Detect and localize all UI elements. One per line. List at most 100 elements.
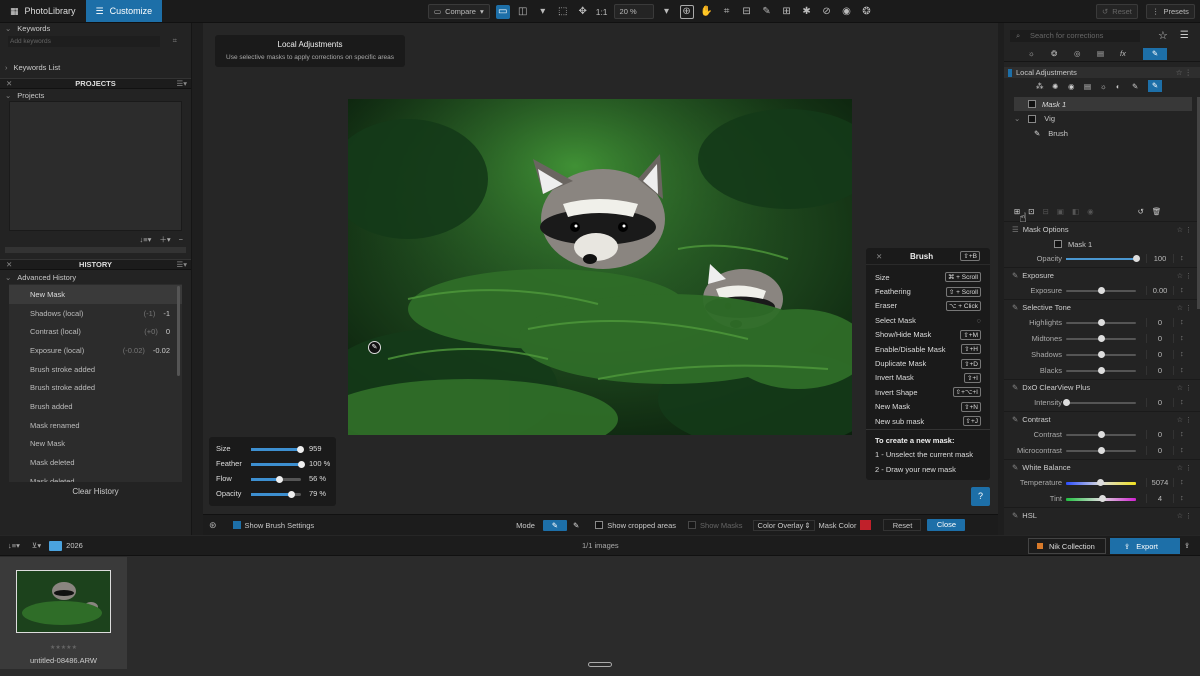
reset-button[interactable]: ↺ Reset (1096, 4, 1138, 19)
split-view-icon[interactable]: ◫ (516, 5, 530, 19)
reset-button[interactable]: Reset (883, 519, 922, 531)
brush-setting-slider[interactable] (251, 491, 301, 498)
zoom-icon[interactable]: ⊕ (679, 4, 694, 19)
left-divider[interactable] (192, 23, 203, 535)
value-field[interactable]: 0 (1146, 366, 1174, 375)
history-item[interactable]: Brush stroke added (9, 378, 182, 397)
value-field[interactable]: 0 (1146, 398, 1174, 407)
erase-icon[interactable]: ⊘ (820, 5, 834, 19)
keywords-list-header[interactable]: › Keywords List (0, 61, 191, 73)
reset-field-icon[interactable]: ↕ (1180, 349, 1184, 358)
history-item[interactable]: New Mask (9, 435, 182, 454)
value-field[interactable]: 4 (1146, 494, 1174, 503)
new-submask-icon[interactable]: ⊡ (1028, 207, 1034, 216)
tab-effects-icon[interactable]: fx (1120, 49, 1143, 58)
brush-setting-slider[interactable] (251, 461, 305, 468)
slider-knob[interactable] (296, 446, 304, 453)
slider-track[interactable] (1066, 335, 1136, 342)
add-keyword-input[interactable]: Add keywords (8, 35, 160, 47)
slider-track[interactable] (1066, 367, 1136, 374)
export-button[interactable]: ⇪ Export (1110, 538, 1180, 554)
reset-field-icon[interactable]: ↕ (1180, 365, 1184, 374)
tab-light-icon[interactable]: ☼ (1028, 49, 1051, 58)
value-field[interactable]: 0 (1146, 430, 1174, 439)
star-icon[interactable]: ☆ ⋮ (1177, 416, 1192, 424)
chevron-down-icon[interactable]: ▾ (536, 5, 550, 19)
show-cropped-checkbox[interactable] (595, 521, 604, 529)
reset-field-icon[interactable]: ↕ (1180, 333, 1184, 342)
slider-knob[interactable] (1099, 495, 1107, 502)
section-header[interactable]: ✎ DxO ClearView Plus ☆ ⋮ (1004, 380, 1200, 395)
tab-customize[interactable]: ☰ Customize (85, 0, 163, 22)
tab-local-icon[interactable]: ✎ (1143, 47, 1167, 60)
history-item[interactable]: Exposure (local) (-0.02) -0.02 (9, 341, 182, 360)
rating-stars[interactable]: ★★★★★ (0, 644, 127, 651)
settings-icon[interactable]: ⊛ (209, 520, 217, 531)
slider-knob[interactable] (1133, 255, 1140, 262)
clear-history-button[interactable]: Clear History (0, 482, 191, 502)
sort-icon[interactable]: ↓≡▾ (139, 235, 151, 244)
section-header[interactable]: ✎ Selective Tone ☆ ⋮ (1004, 300, 1200, 315)
presets-button[interactable]: ⋮ Presets (1146, 4, 1195, 19)
graduated-filter-icon[interactable]: ◉ (1068, 82, 1084, 91)
slider-knob[interactable] (1098, 319, 1105, 326)
show-brush-settings-checkbox[interactable] (232, 521, 241, 529)
move-icon[interactable]: ✥ (576, 5, 590, 19)
trash-icon[interactable]: 🗑 (1152, 207, 1162, 216)
nik-collection-button[interactable]: Nik Collection (1028, 538, 1106, 554)
section-header[interactable]: ✎ HSL ☆ ⋮ (1004, 508, 1200, 523)
local-adjustments-header[interactable]: Local Adjustments ☆ ⋮ (1004, 67, 1200, 78)
share-icon[interactable]: ⇪ (1184, 541, 1190, 550)
thumbnail-card[interactable]: ★★★★★ untitled-08486.ARW (0, 557, 127, 669)
watermark-icon[interactable]: ❂ (860, 5, 874, 19)
slider-knob[interactable] (276, 476, 283, 483)
photo-raccoons[interactable] (348, 99, 852, 435)
star-icon[interactable]: ☆ ⋮ (1177, 226, 1192, 234)
compare-button[interactable]: ▭ Compare ▾ (428, 4, 490, 19)
value-field[interactable]: 100 (1146, 254, 1174, 263)
brush-setting-slider[interactable] (251, 476, 301, 483)
section-header[interactable]: ☰ Mask Options ☆ ⋮ (1004, 222, 1200, 237)
slider-track[interactable] (1066, 319, 1136, 326)
close-icon[interactable]: ✕ (6, 79, 12, 88)
crop-icon[interactable]: ⌗ (720, 5, 734, 19)
filmstrip-handle[interactable] (588, 662, 612, 667)
star-icon[interactable]: ☆ ⋮ (1177, 512, 1192, 520)
value-field[interactable]: 0 (1146, 446, 1174, 455)
menu-icon[interactable]: ☰▾ (177, 260, 188, 269)
reset-field-icon[interactable]: ↕ (1180, 429, 1184, 438)
gradient-icon[interactable]: ▤ (1084, 82, 1100, 91)
history-item[interactable]: New Mask (9, 285, 182, 304)
keyword-tool-icon[interactable]: ⌗ (173, 36, 177, 46)
luminosity-icon[interactable]: ☼ (1100, 82, 1116, 91)
slider-knob[interactable] (298, 461, 305, 468)
mode-brush-icon[interactable]: ✎ (542, 519, 567, 531)
history-item[interactable]: Brush added (9, 397, 182, 416)
close-button[interactable]: Close (927, 519, 966, 531)
slider-knob[interactable] (1063, 399, 1070, 406)
tab-color-icon[interactable]: ❂ (1051, 49, 1074, 58)
zoom-1-1[interactable]: 1:1 (596, 7, 608, 17)
mask-row-1[interactable]: Mask 1 (1014, 97, 1192, 111)
hand-icon[interactable]: ✋ (700, 5, 714, 19)
minus-icon[interactable]: − (179, 235, 183, 244)
control-line-icon[interactable]: ✺ (1052, 82, 1068, 91)
image-icon[interactable]: ▣ (1057, 207, 1064, 216)
slider-knob[interactable] (1098, 447, 1105, 454)
perspective-icon[interactable]: ⊞ (780, 5, 794, 19)
undo-icon[interactable]: ↺ (1138, 207, 1144, 216)
advanced-history-row[interactable]: ⌄ Advanced History (0, 270, 191, 284)
slider-knob[interactable] (1098, 351, 1105, 358)
slider-track[interactable] (1063, 399, 1136, 406)
close-icon[interactable]: ✕ (876, 252, 882, 261)
slider-knob[interactable] (1096, 479, 1104, 486)
overlay-select[interactable]: Color Overlay ⇕ (752, 519, 815, 531)
mask-color-swatch[interactable] (860, 520, 872, 530)
slider-track[interactable] (1066, 479, 1136, 486)
mask-visibility-checkbox[interactable] (1028, 114, 1037, 123)
reset-field-icon[interactable]: ↕ (1180, 285, 1184, 294)
single-view-icon[interactable]: ▭ (495, 4, 510, 19)
section-header[interactable]: ✎ Contrast ☆ ⋮ (1004, 412, 1200, 427)
slider-track[interactable] (1066, 447, 1136, 454)
mask-row-brush[interactable]: ✎ Brush (1004, 126, 1200, 141)
